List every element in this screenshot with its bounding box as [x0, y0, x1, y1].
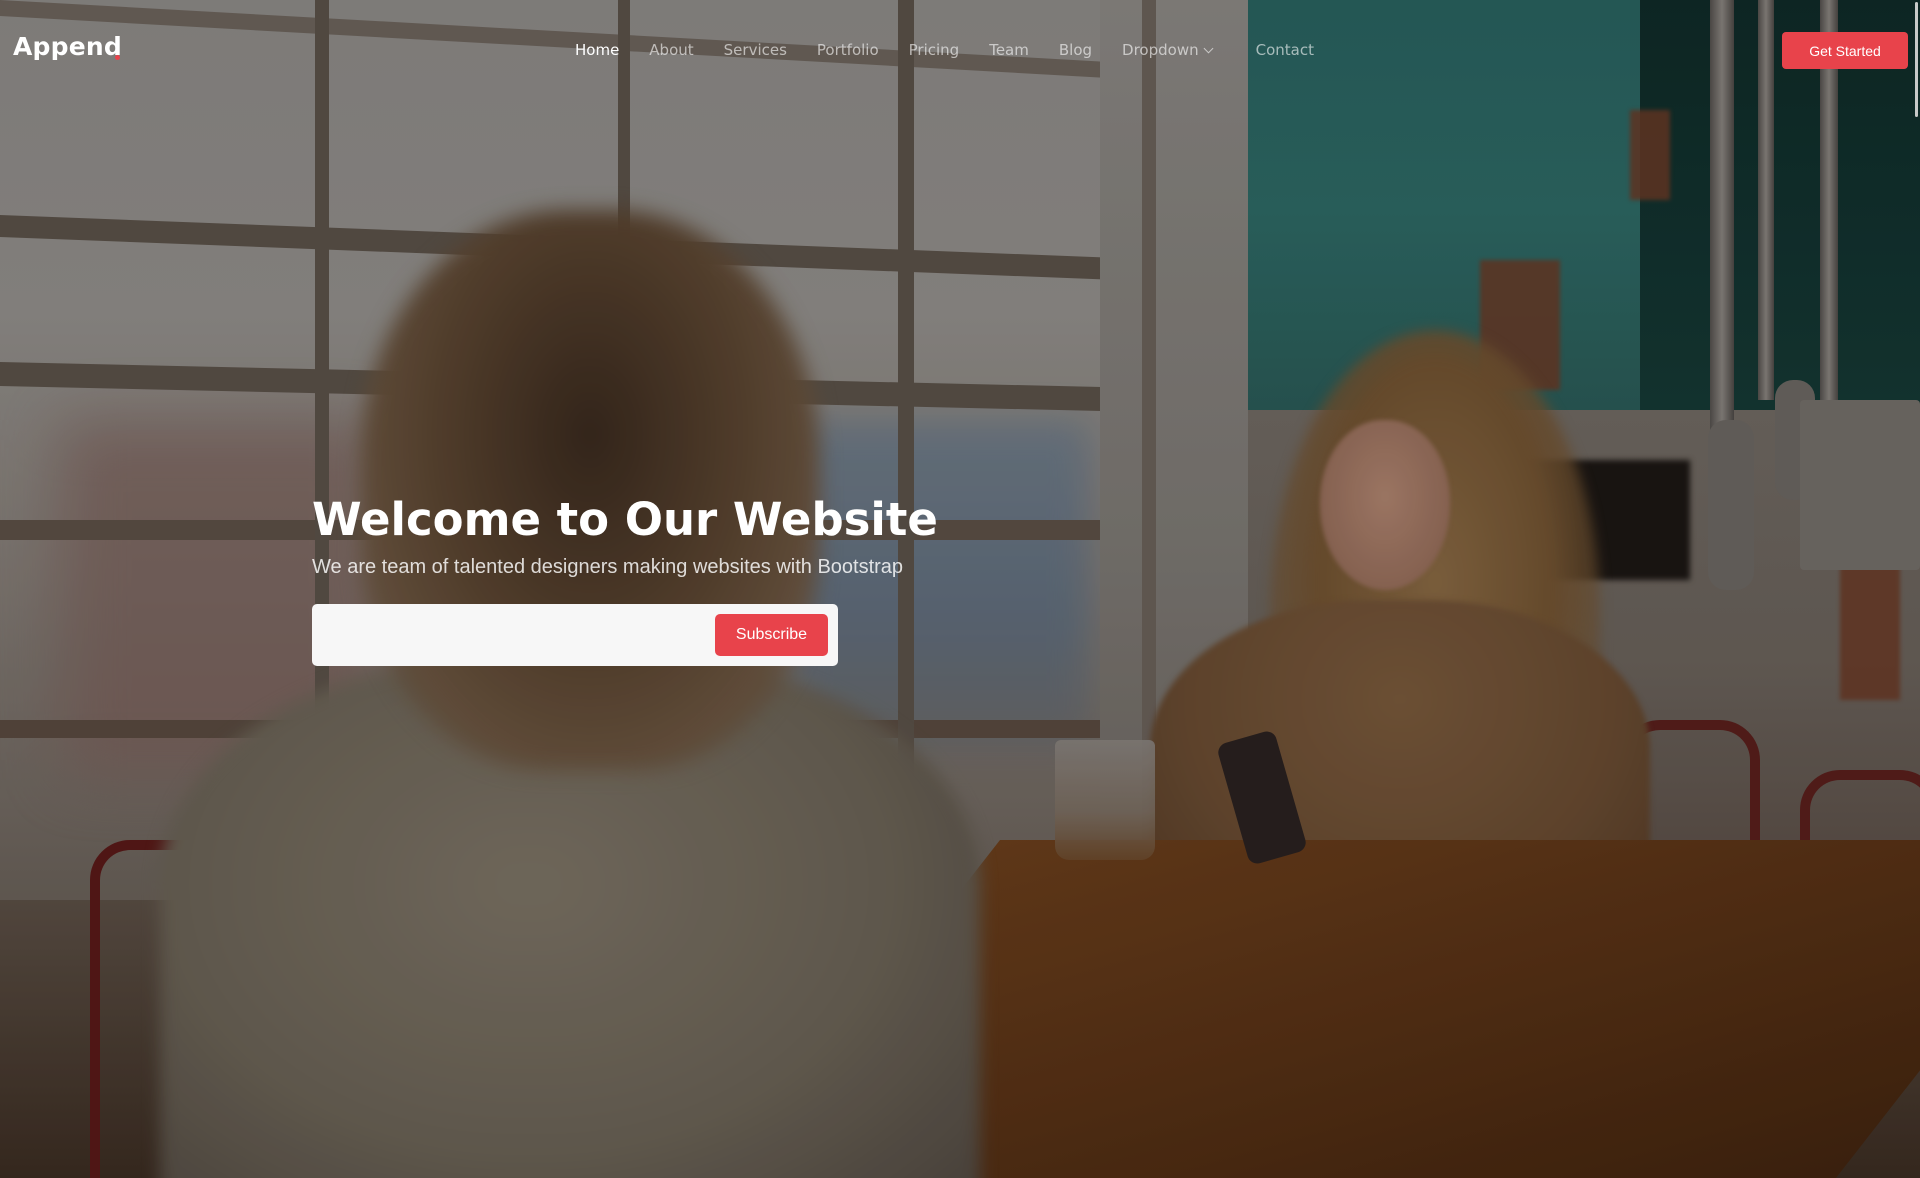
- get-started-button[interactable]: Get Started: [1782, 32, 1908, 69]
- scrollbar-thumb[interactable]: [1915, 2, 1918, 117]
- nav-blog-label: Blog: [1058, 41, 1093, 59]
- site-header: Append Home About Services Portfolio Pri…: [0, 0, 1920, 100]
- page-scrollbar[interactable]: [1914, 0, 1920, 1178]
- chevron-down-icon: [1203, 43, 1214, 53]
- nav-contact-label: Contact: [1255, 41, 1314, 59]
- dark-overlay: [0, 0, 1920, 1178]
- hero-title: Welcome to Our Website: [312, 493, 938, 546]
- nav-about[interactable]: About: [649, 41, 693, 59]
- nav-blog[interactable]: Blog: [1059, 41, 1092, 59]
- nav-about-label: About: [649, 41, 694, 59]
- hero-subtitle: We are team of talented designers making…: [312, 556, 904, 578]
- main-nav: Home About Services Portfolio Pricing Te…: [575, 38, 1344, 62]
- subscribe-button[interactable]: Subscribe: [715, 614, 828, 656]
- nav-contact[interactable]: Contact: [1256, 41, 1314, 59]
- nav-portfolio[interactable]: Portfolio: [817, 41, 879, 59]
- logo-text: Append: [13, 32, 122, 61]
- logo[interactable]: Append: [13, 32, 122, 61]
- nav-services-label: Services: [723, 41, 787, 59]
- email-input[interactable]: [320, 612, 710, 658]
- nav-home[interactable]: Home: [575, 41, 619, 59]
- logo-dot-icon: [115, 55, 120, 60]
- nav-pricing-label: Pricing: [908, 41, 960, 59]
- nav-team-label: Team: [989, 41, 1029, 59]
- nav-portfolio-label: Portfolio: [816, 41, 879, 59]
- nav-dropdown-label: Dropdown: [1122, 41, 1199, 59]
- subscribe-form: Subscribe: [312, 604, 838, 666]
- nav-pricing[interactable]: Pricing: [909, 41, 960, 59]
- nav-home-label: Home: [575, 41, 620, 59]
- nav-services[interactable]: Services: [724, 41, 787, 59]
- nav-team[interactable]: Team: [989, 41, 1029, 59]
- hero-background-photo: [0, 0, 1920, 1178]
- nav-dropdown[interactable]: Dropdown: [1122, 41, 1214, 59]
